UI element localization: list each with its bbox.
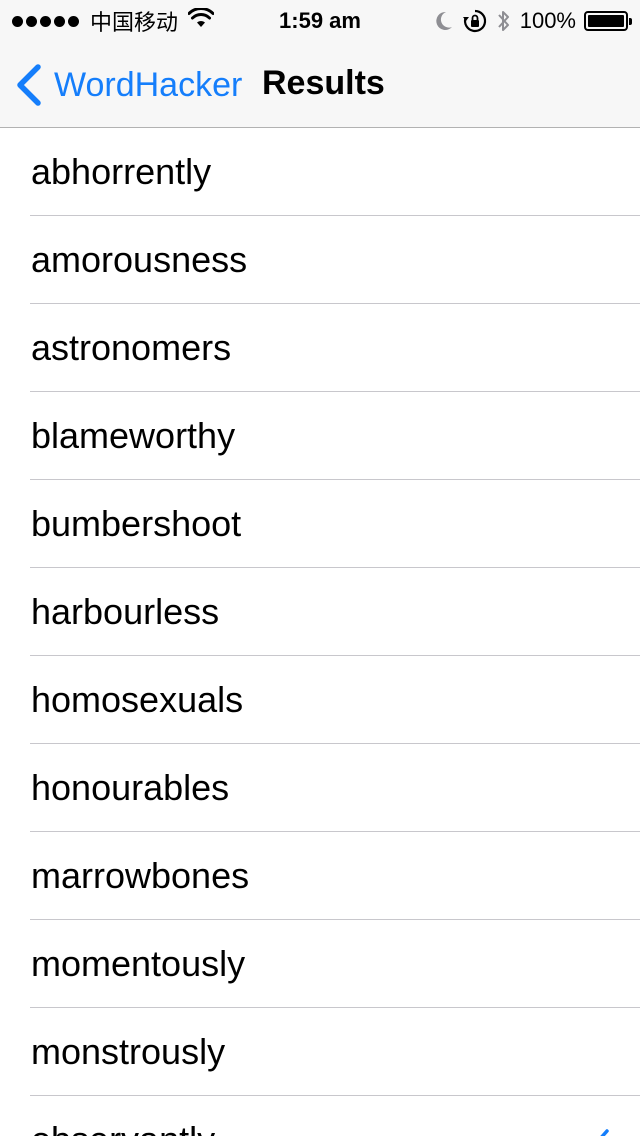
list-item-label: honourables <box>31 767 230 808</box>
list-item-label: homosexuals <box>31 679 244 720</box>
list-item[interactable]: monstrously <box>0 1008 640 1096</box>
battery-percent: 100% <box>519 8 576 33</box>
list-item[interactable]: momentously <box>0 920 640 1008</box>
results-list: abhorrently amorousness astronomers blamewo… <box>0 128 640 1136</box>
list-item-label: amorousness <box>31 239 248 280</box>
list-item-label: astronomers <box>31 327 232 368</box>
list-item[interactable]: astronomers <box>0 304 640 392</box>
status-right: 100% <box>426 6 632 36</box>
list-item[interactable]: observantly <box>0 1096 640 1136</box>
list-item-label: harbourless <box>31 591 220 632</box>
list-item[interactable]: harbourless <box>0 568 640 656</box>
orientation-lock-icon <box>462 8 488 34</box>
battery-icon <box>584 11 632 31</box>
moon-icon <box>434 10 454 32</box>
list-item[interactable]: abhorrently <box>0 128 640 216</box>
list-item[interactable]: homosexuals <box>0 656 640 744</box>
app-screen: 中国移动 1:59 am 100% WordHacker Results abh… <box>0 0 640 1136</box>
chevron-left-icon <box>14 64 42 106</box>
back-button[interactable]: WordHacker <box>14 60 242 110</box>
list-item-label: abhorrently <box>31 151 212 192</box>
bluetooth-icon <box>496 8 512 34</box>
list-item[interactable]: marrowbones <box>0 832 640 920</box>
status-bar: 中国移动 1:59 am 100% <box>0 0 640 40</box>
list-item[interactable]: honourables <box>0 744 640 832</box>
checkmark-icon <box>600 1129 609 1136</box>
list-item-label: marrowbones <box>31 855 250 896</box>
list-item-label: momentously <box>31 943 246 984</box>
list-item[interactable]: bumbershoot <box>0 480 640 568</box>
back-button-label: WordHacker <box>54 65 243 104</box>
list-item[interactable]: amorousness <box>0 216 640 304</box>
list-item[interactable]: blameworthy <box>0 392 640 480</box>
list-item-label: monstrously <box>31 1031 226 1072</box>
list-item-label: bumbershoot <box>31 503 242 544</box>
list-item-label: blameworthy <box>31 415 236 456</box>
page-title: Results <box>262 64 385 102</box>
battery-level-fill <box>588 15 624 27</box>
navigation-bar: WordHacker Results <box>0 40 640 128</box>
list-item-label: observantly <box>31 1119 215 1136</box>
